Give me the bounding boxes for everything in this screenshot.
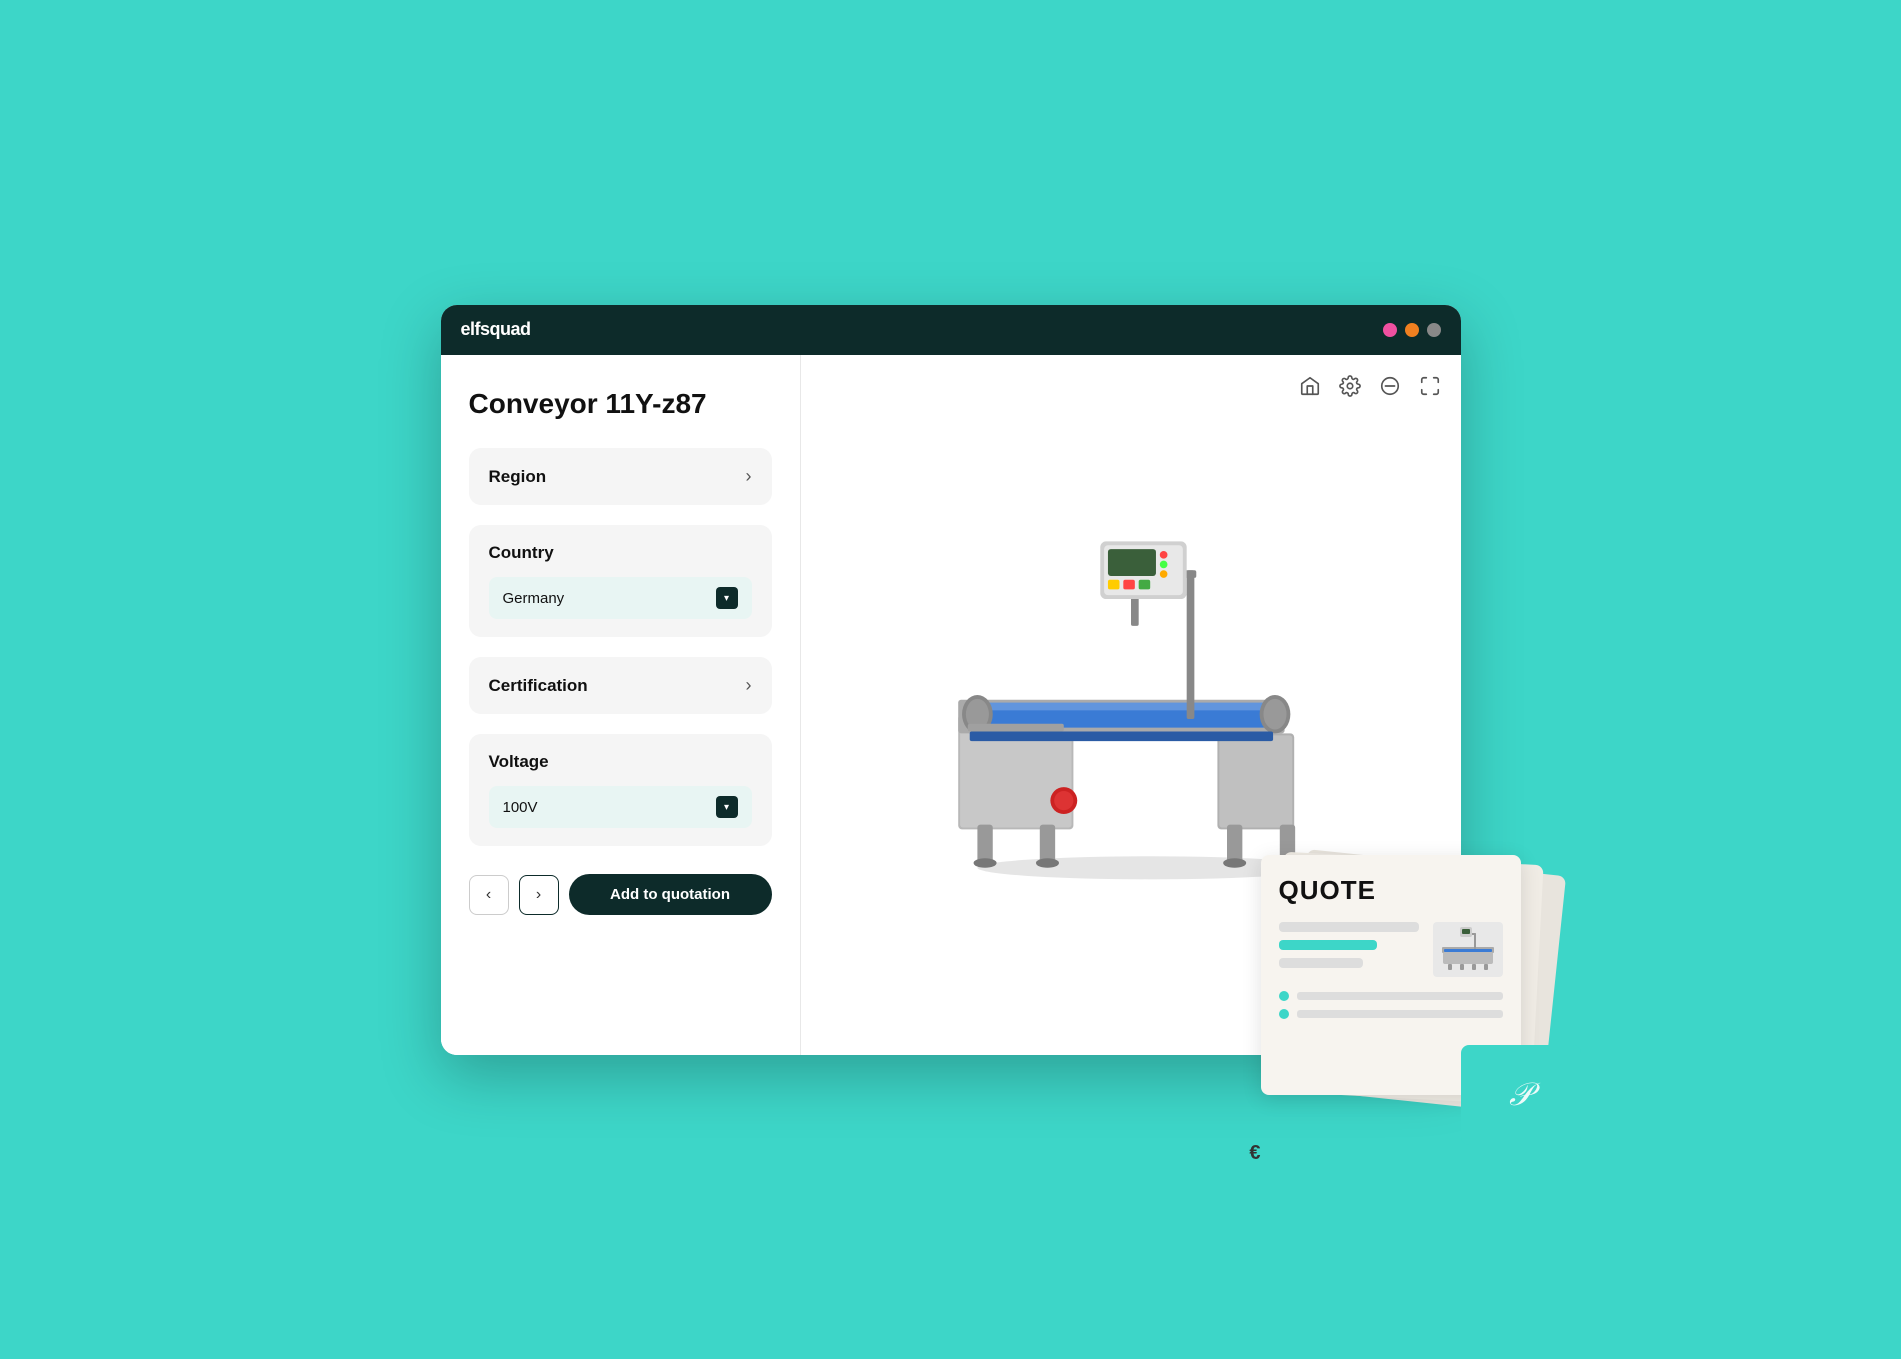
product-title: Conveyor 11Y-z87 (469, 387, 772, 421)
country-value: Germany (503, 590, 565, 607)
right-panel: QUOTE (801, 355, 1461, 1055)
browser-window: elfsquad Conveyor 11Y-z87 Region › Count… (441, 305, 1461, 1055)
voltage-dropdown-wrapper: 100V ▾ (489, 786, 752, 828)
quote-line-3 (1279, 958, 1363, 968)
country-dropdown-arrow-icon: ▾ (716, 587, 738, 609)
voltage-dropdown[interactable]: 100V ▾ (489, 786, 752, 828)
country-section: Country Germany ▾ (469, 525, 772, 637)
country-dropdown-wrapper: Germany ▾ (489, 577, 752, 619)
next-button[interactable]: › (519, 875, 559, 915)
certification-label: Certification (489, 676, 588, 696)
quote-bullet-line-2 (1297, 1010, 1503, 1018)
region-chevron-icon: › (746, 466, 752, 487)
signature-icon: 𝒫 (1509, 1076, 1532, 1114)
certification-chevron-icon: › (746, 675, 752, 696)
quote-line-2 (1279, 940, 1377, 950)
certification-section[interactable]: Certification › (469, 657, 772, 714)
browser-titlebar: elfsquad (441, 305, 1461, 355)
browser-controls (1383, 323, 1441, 337)
left-panel: Conveyor 11Y-z87 Region › Country German… (441, 355, 801, 1055)
next-icon: › (536, 886, 541, 904)
quote-bullet-row-1 (1279, 991, 1503, 1001)
quote-bullet-list (1279, 991, 1503, 1019)
quote-text-lines (1279, 922, 1419, 976)
bottom-navigation: ‹ › Add to quotation (469, 874, 772, 915)
quote-thumbnail-svg (1438, 927, 1498, 971)
dot-pink (1383, 323, 1397, 337)
browser-content: Conveyor 11Y-z87 Region › Country German… (441, 355, 1461, 1055)
dot-orange (1405, 323, 1419, 337)
quote-heading: QUOTE (1279, 875, 1503, 906)
quote-line-1 (1279, 922, 1419, 932)
quote-content-row (1279, 922, 1503, 977)
add-to-quotation-button[interactable]: Add to quotation (569, 874, 772, 915)
euro-symbol: € (1249, 1142, 1260, 1165)
voltage-dropdown-arrow-icon: ▾ (716, 796, 738, 818)
country-dropdown[interactable]: Germany ▾ (489, 577, 752, 619)
country-label: Country (489, 543, 554, 563)
region-label: Region (489, 467, 547, 487)
quote-document-stack: QUOTE (1201, 815, 1541, 1115)
app-logo: elfsquad (461, 319, 531, 340)
quote-product-thumbnail (1433, 922, 1503, 977)
quote-bullet-row-2 (1279, 1009, 1503, 1019)
region-section[interactable]: Region › (469, 448, 772, 505)
prev-icon: ‹ (486, 886, 491, 904)
signature-card: 𝒫 (1461, 1045, 1581, 1145)
dot-gray (1427, 323, 1441, 337)
voltage-section: Voltage 100V ▾ (469, 734, 772, 846)
voltage-label: Voltage (489, 752, 549, 772)
voltage-value: 100V (503, 799, 538, 816)
quote-bullet-line-1 (1297, 992, 1503, 1000)
prev-button[interactable]: ‹ (469, 875, 509, 915)
quote-bullet-2 (1279, 1009, 1289, 1019)
quote-bullet-1 (1279, 991, 1289, 1001)
